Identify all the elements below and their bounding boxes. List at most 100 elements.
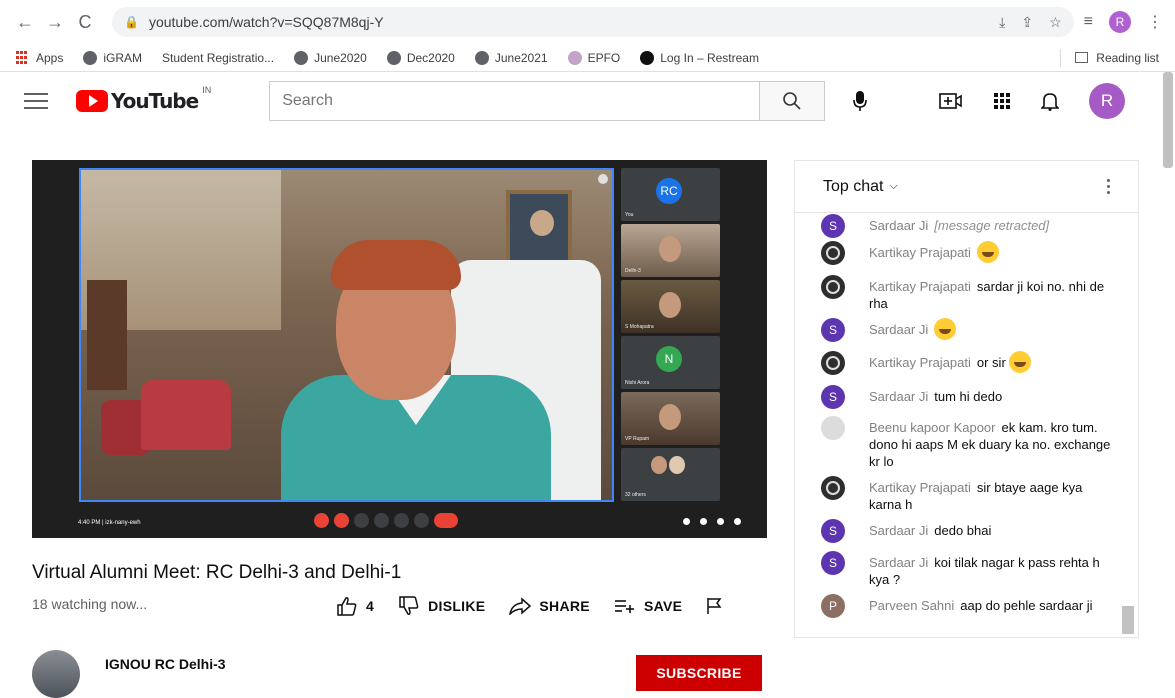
share-button[interactable]: SHARE <box>509 597 590 615</box>
chat-scrollbar[interactable] <box>1122 606 1134 634</box>
reading-list-button[interactable]: Reading list <box>1060 48 1159 67</box>
bookmark-igram[interactable]: iGRAM <box>83 50 142 65</box>
chat-message[interactable]: Kartikay Prajapati or sir <box>795 351 1125 375</box>
lock-icon: 🔒 <box>124 15 139 29</box>
channel-row: IGNOU RC Delhi-3 SUBSCRIBE <box>32 650 767 698</box>
bookmark-epfo[interactable]: EPFO <box>567 50 620 65</box>
save-button[interactable]: SAVE <box>614 598 682 614</box>
bookmark-june2020[interactable]: June2020 <box>294 50 367 65</box>
report-button[interactable] <box>706 597 730 615</box>
main-speaker-feed <box>79 168 614 502</box>
menu-icon[interactable] <box>24 93 48 109</box>
participant-tile[interactable]: Delhi-3 <box>621 224 720 277</box>
video-player[interactable]: RC You Delhi-3 S Mohapatra N Nishi Arora… <box>32 160 767 538</box>
chat-icon[interactable] <box>717 518 724 525</box>
grin-emoji-icon <box>1009 351 1032 374</box>
restream-logo-icon <box>640 50 655 65</box>
page-scrollbar[interactable] <box>1163 72 1173 168</box>
reading-list-toolbar-icon[interactable]: ≡ <box>1084 13 1093 31</box>
captions-icon[interactable] <box>354 513 369 528</box>
participant-tile[interactable]: RC You <box>621 168 720 221</box>
feed-options-icon[interactable] <box>598 174 608 184</box>
video-title: Virtual Alumni Meet: RC Delhi-3 and Delh… <box>32 562 402 583</box>
end-call-icon[interactable] <box>434 513 458 528</box>
info-icon[interactable] <box>683 518 690 525</box>
chat-message[interactable]: S Sardaar Ji [message retracted] <box>795 214 1125 238</box>
browser-menu-icon[interactable]: ⋮ <box>1147 12 1163 32</box>
address-bar[interactable]: 🔒 youtube.com/watch?v=SQQ87M8qj-Y ⤓ ⇪ ☆ <box>112 7 1074 37</box>
viewer-count: 18 watching now... <box>32 596 148 612</box>
chat-header: Top chat ⌵ <box>795 161 1138 213</box>
youtube-header: YouTube IN R <box>0 72 1175 168</box>
user-avatar <box>821 476 845 500</box>
user-avatar: P <box>821 594 845 618</box>
share-page-icon[interactable]: ⇪ <box>1021 14 1033 31</box>
chat-message[interactable]: Beenu kapoor Kapoor ek kam. kro tum. dono… <box>795 416 1125 470</box>
install-icon[interactable]: ⤓ <box>999 14 1005 31</box>
bookmark-star-icon[interactable]: ☆ <box>1049 14 1062 31</box>
chat-message[interactable]: S Sardaar Ji <box>795 318 1125 342</box>
apps-grid-icon[interactable] <box>993 92 1011 110</box>
chevron-down-icon[interactable]: ⌵ <box>889 180 897 193</box>
voice-search-button[interactable] <box>841 82 879 120</box>
account-avatar[interactable]: R <box>1089 83 1125 119</box>
channel-avatar[interactable] <box>32 650 80 698</box>
bookshelf <box>87 280 127 390</box>
participant-video <box>659 292 681 318</box>
mic-off-icon[interactable] <box>314 513 329 528</box>
youtube-logo[interactable]: YouTube IN <box>76 85 211 113</box>
url-text[interactable]: youtube.com/watch?v=SQQ87M8qj-Y <box>149 14 384 30</box>
browser-profile-avatar[interactable]: R <box>1109 11 1131 33</box>
participant-video <box>659 236 681 262</box>
bookmark-student-registration[interactable]: Student Registratio... <box>162 51 274 65</box>
more-options-icon[interactable] <box>414 513 429 528</box>
participant-tile[interactable]: 32 others <box>621 448 720 501</box>
participant-tile[interactable]: N Nishi Arora <box>621 336 720 389</box>
apps-grid-icon <box>16 50 30 65</box>
camera-off-icon[interactable] <box>334 513 349 528</box>
participant-video <box>659 404 681 430</box>
red-sofa <box>141 380 231 450</box>
bookmark-restream[interactable]: Log In – Restream <box>640 50 759 65</box>
people-icon[interactable] <box>700 518 707 525</box>
chat-mode-dropdown[interactable]: Top chat <box>823 178 883 196</box>
chat-message[interactable]: S Sardaar Ji tum hi dedo <box>795 385 1125 409</box>
user-avatar: S <box>821 551 845 575</box>
divider <box>1060 48 1062 67</box>
participant-tile[interactable]: S Mohapatra <box>621 280 720 333</box>
chat-message[interactable]: Kartikay Prajapati sardar ji koi no. nhi … <box>795 275 1125 312</box>
meeting-time: 4:40 PM | izk-nany-ewh <box>78 520 141 526</box>
participant-tiles: RC You Delhi-3 S Mohapatra N Nishi Arora… <box>621 168 720 501</box>
subscribe-button[interactable]: SUBSCRIBE <box>636 655 762 691</box>
bookmark-dec2020[interactable]: Dec2020 <box>386 50 455 65</box>
search-input[interactable] <box>269 81 760 121</box>
chat-message[interactable]: S Sardaar Ji koi tilak nagar k pass rehta… <box>795 551 1125 588</box>
live-chat-panel: Top chat ⌵ S Sardaar Ji [message retracte… <box>794 160 1139 638</box>
reload-icon[interactable]: C <box>72 9 98 35</box>
chat-message[interactable]: S Sardaar Ji dedo bhai <box>795 519 1125 543</box>
chat-message[interactable]: Kartikay Prajapati sir btaye aage kya kar… <box>795 476 1125 513</box>
forward-icon[interactable]: → <box>42 9 68 35</box>
create-video-icon[interactable] <box>939 92 963 110</box>
raise-hand-icon[interactable] <box>374 513 389 528</box>
channel-name[interactable]: IGNOU RC Delhi-3 <box>105 656 226 672</box>
user-avatar <box>821 275 845 299</box>
notifications-bell-icon[interactable] <box>1041 91 1059 111</box>
bookmark-june2021[interactable]: June2021 <box>474 50 548 65</box>
bookmark-apps[interactable]: Apps <box>16 50 63 65</box>
activities-icon[interactable] <box>734 518 741 525</box>
like-button[interactable]: 4 <box>336 596 374 616</box>
present-icon[interactable] <box>394 513 409 528</box>
chat-message[interactable]: P Parveen Sahni aap do pehle sardaar ji <box>795 594 1125 618</box>
participant-video <box>669 456 685 474</box>
flag-icon <box>707 598 722 614</box>
back-icon[interactable]: ← <box>12 9 38 35</box>
dislike-button[interactable]: DISLIKE <box>398 596 485 616</box>
participant-tile[interactable]: VP Rupam <box>621 392 720 445</box>
search-button[interactable] <box>759 81 826 121</box>
user-avatar <box>821 351 845 375</box>
user-avatar: S <box>821 519 845 543</box>
chat-message[interactable]: Kartikay Prajapati <box>795 241 1125 265</box>
chat-options-icon[interactable] <box>1107 179 1110 194</box>
user-avatar <box>821 241 845 265</box>
